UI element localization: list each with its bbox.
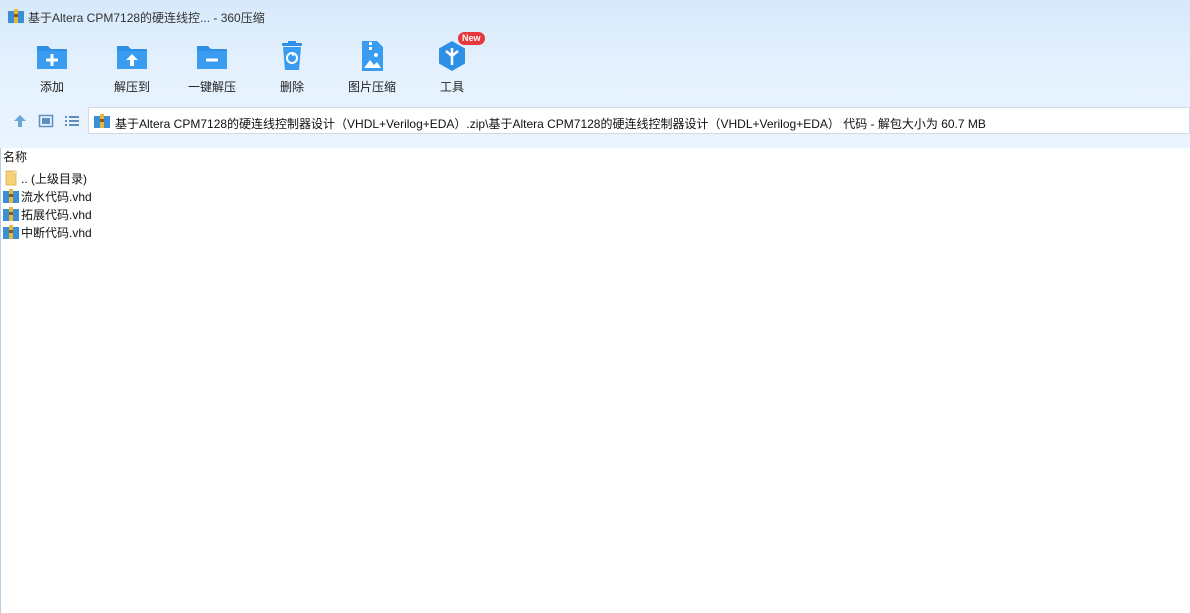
list-item-file[interactable]: 流水代码.vhd: [3, 187, 92, 205]
list-item-parent-directory[interactable]: .. (上级目录): [3, 169, 87, 187]
title-bar: 基于Altera CPM7128的硬连线控... - 360压缩: [0, 0, 1190, 32]
one-click-extract-button[interactable]: 一键解压: [172, 34, 252, 100]
address-bar[interactable]: 基于Altera CPM7128的硬连线控制器设计（VHDL+Verilog+E…: [88, 107, 1190, 134]
archive-file-icon: [3, 189, 19, 203]
file-name: 流水代码.vhd: [21, 189, 92, 204]
app-header: 基于Altera CPM7128的硬连线控... - 360压缩 添加 解压到: [0, 0, 1190, 148]
file-name: .. (上级目录): [21, 171, 87, 186]
navigation-row: 基于Altera CPM7128的硬连线控制器设计（VHDL+Verilog+E…: [0, 107, 1190, 135]
delete-label: 删除: [279, 80, 304, 94]
tools-button[interactable]: New 工具: [412, 32, 492, 100]
address-path: 基于Altera CPM7128的硬连线控制器设计（VHDL+Verilog+E…: [115, 117, 986, 131]
window-title: 基于Altera CPM7128的硬连线控... - 360压缩: [28, 11, 265, 25]
delete-button[interactable]: 删除: [252, 34, 332, 100]
list-item-file[interactable]: 拓展代码.vhd: [3, 205, 92, 223]
folder-minus-icon: [197, 46, 227, 69]
image-compress-label: 图片压缩: [347, 80, 396, 94]
extract-to-label: 解压到: [113, 80, 150, 94]
folder-extract-icon: [117, 46, 147, 69]
archive-icon: [94, 114, 110, 128]
image-compress-icon: [362, 41, 383, 71]
app-archive-icon: [8, 9, 24, 23]
archive-file-icon: [3, 207, 19, 221]
image-compress-button[interactable]: 图片压缩: [332, 34, 412, 100]
add-button[interactable]: 添加: [12, 34, 92, 100]
file-list: 名称 .. (上级目录) 流水代码.vhd 拓展代码.vhd 中断代码.vhd: [0, 148, 1190, 613]
toolbar: 添加 解压到 一键解压 删除 图片压缩 New 工具: [0, 32, 1190, 100]
add-label: 添加: [39, 80, 64, 94]
file-name: 中断代码.vhd: [21, 225, 92, 240]
list-item-file[interactable]: 中断代码.vhd: [3, 223, 92, 241]
tools-label: 工具: [439, 80, 464, 94]
trash-icon: [282, 41, 302, 70]
new-badge: New: [458, 32, 485, 45]
list-view-icon[interactable]: [64, 113, 80, 129]
archive-file-icon: [3, 225, 19, 239]
column-header-name[interactable]: 名称: [3, 148, 27, 165]
folder-icon: [5, 170, 17, 186]
one-click-extract-label: 一键解压: [187, 80, 236, 94]
up-arrow-icon[interactable]: [12, 113, 28, 129]
folder-add-icon: [37, 46, 67, 69]
thumbnail-view-icon[interactable]: [38, 113, 54, 129]
file-name: 拓展代码.vhd: [21, 207, 92, 222]
extract-to-button[interactable]: 解压到: [92, 34, 172, 100]
